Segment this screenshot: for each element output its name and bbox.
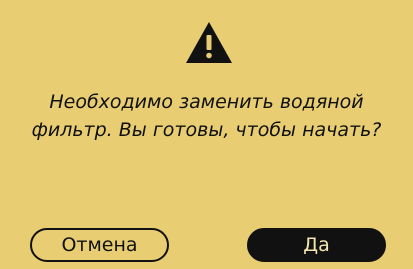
dialog-message-line-2: фильтр. Вы готовы, чтобы начать? [31, 119, 382, 141]
warning-triangle-icon [186, 22, 232, 63]
dialog-message-line-1: Необходимо заменить водяной [49, 91, 364, 113]
water-filter-dialog: Необходимо заменить водяной фильтр. Вы г… [0, 0, 413, 269]
dialog-message: Необходимо заменить водяной фильтр. Вы г… [0, 88, 413, 144]
cancel-button[interactable]: Отмена [30, 228, 169, 262]
confirm-button[interactable]: Да [247, 228, 386, 262]
